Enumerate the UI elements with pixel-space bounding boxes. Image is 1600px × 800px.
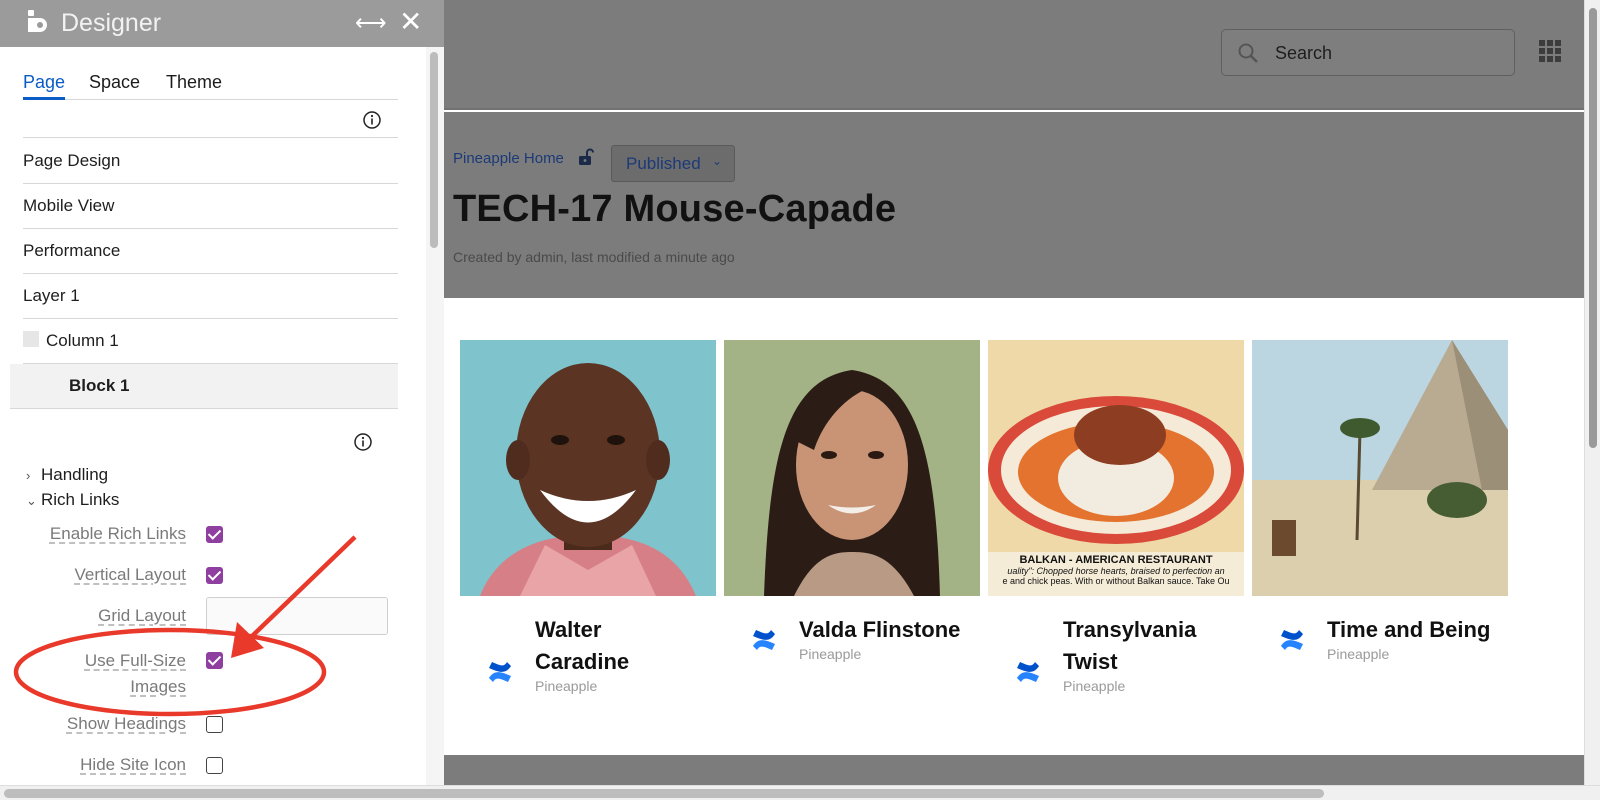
nav-column-label: Column 1 [46, 331, 119, 350]
confluence-icon [489, 662, 511, 682]
page-vertical-scrollbar[interactable] [1584, 0, 1600, 785]
tree-handling[interactable]: › Handling [26, 465, 108, 485]
designer-logo-icon [28, 10, 47, 32]
nav-column[interactable]: Column 1 [23, 319, 398, 364]
card-image-portrait-man[interactable] [460, 340, 716, 596]
tab-space[interactable]: Space [89, 72, 140, 93]
status-dropdown[interactable]: Published ⌄ [611, 145, 735, 182]
card-space: Pineapple [1063, 678, 1126, 694]
show-headings-checkbox[interactable] [206, 716, 223, 733]
rich-link-card[interactable]: Walter Caradine Pineapple [460, 340, 716, 694]
rich-link-card[interactable]: BALKAN - AMERICAN RESTAURANT uality": Ch… [988, 340, 1244, 694]
grid-layout-input[interactable] [206, 597, 388, 635]
hide-site-icon-label: Hide Site Icon [80, 755, 186, 774]
card-title[interactable]: Time and Being [1327, 614, 1507, 646]
page-byline: Created by admin, last modified a minute… [453, 249, 735, 265]
designer-scrollbar[interactable] [426, 47, 444, 785]
confluence-icon [1281, 630, 1303, 650]
nav-block[interactable]: Block 1 [10, 364, 398, 409]
confluence-icon [1017, 662, 1039, 682]
breadcrumb[interactable]: Pineapple Home [453, 150, 564, 167]
card-image-portrait-woman[interactable] [724, 340, 980, 596]
card-image-postcard-food[interactable]: BALKAN - AMERICAN RESTAURANT uality": Ch… [988, 340, 1244, 596]
rich-link-card[interactable]: Valda Flinstone Pineapple [724, 340, 980, 662]
nav-page-design[interactable]: Page Design [23, 139, 398, 184]
tab-theme[interactable]: Theme [166, 72, 222, 93]
show-headings-label: Show Headings [66, 714, 186, 733]
confluence-icon [753, 630, 775, 650]
chevron-right-icon: › [26, 468, 31, 483]
postcard-caption: BALKAN - AMERICAN RESTAURANT uality": Ch… [1002, 554, 1230, 586]
card-title[interactable]: Transylvania Twist [1063, 614, 1243, 678]
chevron-down-icon: ⌄ [711, 154, 722, 168]
enable-rich-links-label: Enable Rich Links [49, 524, 186, 543]
tabs-divider [23, 137, 398, 138]
page-horizontal-scrollbar[interactable] [0, 785, 1600, 800]
unlock-icon[interactable] [578, 148, 594, 166]
vertical-layout-label: Vertical Layout [74, 565, 186, 584]
tab-page[interactable]: Page [23, 72, 66, 100]
card-image-pyramid[interactable] [1252, 340, 1508, 596]
column-swatch [23, 331, 39, 347]
chevron-down-icon: ⌄ [26, 493, 37, 508]
page-header: Pineapple Home Published ⌄ TECH-17 Mouse… [444, 112, 1584, 298]
card-space: Pineapple [799, 646, 862, 662]
rich-link-card[interactable]: Time and Being Pineapple [1252, 340, 1508, 662]
card-title[interactable]: Walter Caradine [535, 614, 715, 678]
card-title[interactable]: Valda Flinstone [799, 614, 979, 646]
nav-performance[interactable]: Performance [23, 229, 398, 274]
search-input[interactable]: Search [1221, 29, 1515, 76]
card-space: Pineapple [1327, 646, 1390, 662]
use-full-size-images-checkbox[interactable] [206, 652, 223, 669]
tree-rich-links[interactable]: ⌄ Rich Links [26, 490, 119, 510]
designer-header: Designer ⟷ ✕ [0, 0, 444, 47]
page-title: TECH-17 Mouse-Capade [453, 188, 897, 230]
designer-panel: Designer ⟷ ✕ Page Space Theme Page Desig… [0, 0, 444, 785]
enable-rich-links-checkbox[interactable] [206, 526, 223, 543]
status-label: Published [626, 154, 701, 173]
nav-mobile-view[interactable]: Mobile View [23, 184, 398, 229]
search-placeholder: Search [1275, 43, 1333, 63]
top-navigation-bar: Search [444, 0, 1584, 110]
info-icon[interactable] [353, 432, 373, 452]
info-icon[interactable] [362, 110, 382, 130]
use-full-size-images-label: Use Full-Size Images [84, 651, 186, 696]
expand-width-icon[interactable]: ⟷ [355, 10, 387, 36]
vertical-layout-checkbox[interactable] [206, 567, 223, 584]
search-icon [1238, 43, 1258, 63]
app-switcher-icon[interactable] [1539, 40, 1561, 62]
nav-layer[interactable]: Layer 1 [23, 274, 398, 319]
page-footer-band [444, 755, 1584, 785]
designer-tabs: Page Space Theme [23, 70, 398, 100]
rich-links-grid: Walter Caradine Pineapple Valda Flinstone [444, 298, 1584, 755]
card-space: Pineapple [535, 678, 598, 694]
close-icon[interactable]: ✕ [399, 5, 422, 38]
grid-layout-label: Grid Layout [98, 606, 186, 625]
designer-title: Designer [61, 9, 162, 37]
hide-site-icon-checkbox[interactable] [206, 757, 223, 774]
